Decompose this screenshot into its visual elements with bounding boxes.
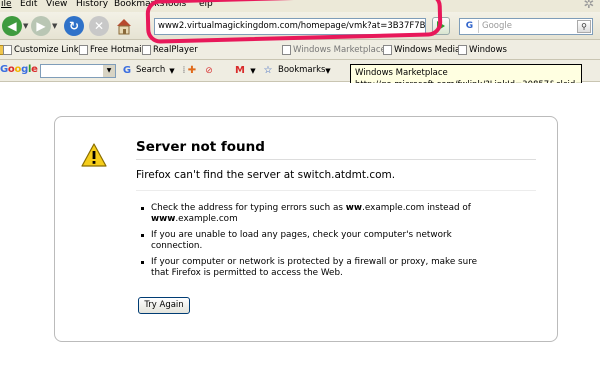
- bookmark-windows-marketplace[interactable]: Windows Marketplace: [282, 43, 386, 57]
- bookmark-customize-links[interactable]: Customize Links: [3, 43, 83, 57]
- menu-history[interactable]: History: [76, 0, 108, 9]
- bookmark-windows-media[interactable]: Windows Media: [383, 43, 460, 57]
- red-highlight-annotation: [145, 0, 443, 44]
- page-icon: [142, 45, 151, 55]
- error-description: Firefox can't find the server at switch.…: [136, 169, 396, 181]
- back-dropdown-icon[interactable]: ▼: [23, 22, 28, 30]
- bookmarks-toolbar: Customize Links Free Hotmail RealPlayer …: [0, 40, 600, 60]
- suggestion-item: If your computer or network is protected…: [141, 257, 491, 279]
- page-icon: [282, 45, 291, 55]
- try-again-button[interactable]: Try Again: [138, 297, 190, 314]
- home-icon[interactable]: [114, 16, 134, 36]
- google-search-input[interactable]: ▼: [40, 64, 116, 78]
- google-search-button[interactable]: Search: [136, 65, 165, 75]
- search-icon[interactable]: ⚲: [577, 20, 591, 33]
- menu-edit[interactable]: Edit: [20, 0, 37, 9]
- warning-icon: [81, 142, 107, 168]
- menu-view[interactable]: View: [46, 0, 67, 9]
- suggestion-item: Check the address for typing errors such…: [141, 203, 491, 225]
- search-engine-selector[interactable]: G: [461, 20, 479, 33]
- forward-arrow-icon[interactable]: ▶: [31, 16, 51, 36]
- page-icon: [79, 45, 88, 55]
- google-logo: Google: [0, 64, 38, 75]
- google-g-icon: G: [122, 65, 132, 76]
- back-arrow-icon[interactable]: ◀: [2, 16, 22, 36]
- page-icon: [458, 45, 467, 55]
- suggestion-list: Check the address for typing errors such…: [141, 203, 491, 284]
- bookmark-windows[interactable]: Windows: [458, 43, 507, 57]
- bookmark-free-hotmail[interactable]: Free Hotmail: [79, 43, 144, 57]
- bookmarks-dropdown-icon[interactable]: ▼: [322, 65, 334, 77]
- page-icon: [3, 45, 12, 55]
- throbber-icon: ✲: [583, 0, 595, 12]
- reload-icon[interactable]: ↻: [64, 16, 84, 36]
- page-content: Server not found Firefox can't find the …: [0, 83, 600, 378]
- menu-file[interactable]: ile: [1, 0, 12, 9]
- search-box[interactable]: G Google ⚲: [459, 18, 593, 35]
- gmail-icon[interactable]: M: [234, 65, 246, 77]
- star-icon[interactable]: ☆: [262, 65, 274, 77]
- gmail-dropdown-icon[interactable]: ▼: [247, 65, 259, 77]
- stop-icon[interactable]: ✕: [89, 16, 109, 36]
- divider: [136, 190, 536, 191]
- tooltip-title: Windows Marketplace: [355, 68, 448, 78]
- suggestion-item: If you are unable to load any pages, che…: [141, 230, 491, 252]
- divider: [136, 159, 536, 160]
- bookmark-realplayer[interactable]: RealPlayer: [142, 43, 198, 57]
- chevron-down-icon[interactable]: ▼: [103, 65, 115, 77]
- popup-blocker-icon[interactable]: ⊘: [203, 65, 215, 77]
- error-title: Server not found: [136, 139, 265, 155]
- dropdown-icon[interactable]: ▼: [166, 65, 178, 77]
- forward-dropdown-icon[interactable]: ▼: [52, 22, 57, 30]
- page-icon: [383, 45, 392, 55]
- error-panel: Server not found Firefox can't find the …: [54, 116, 558, 342]
- google-bookmarks-button[interactable]: Bookmarks: [278, 65, 326, 75]
- search-input[interactable]: Google: [482, 20, 512, 33]
- pagerank-icon[interactable]: ✚: [186, 65, 198, 77]
